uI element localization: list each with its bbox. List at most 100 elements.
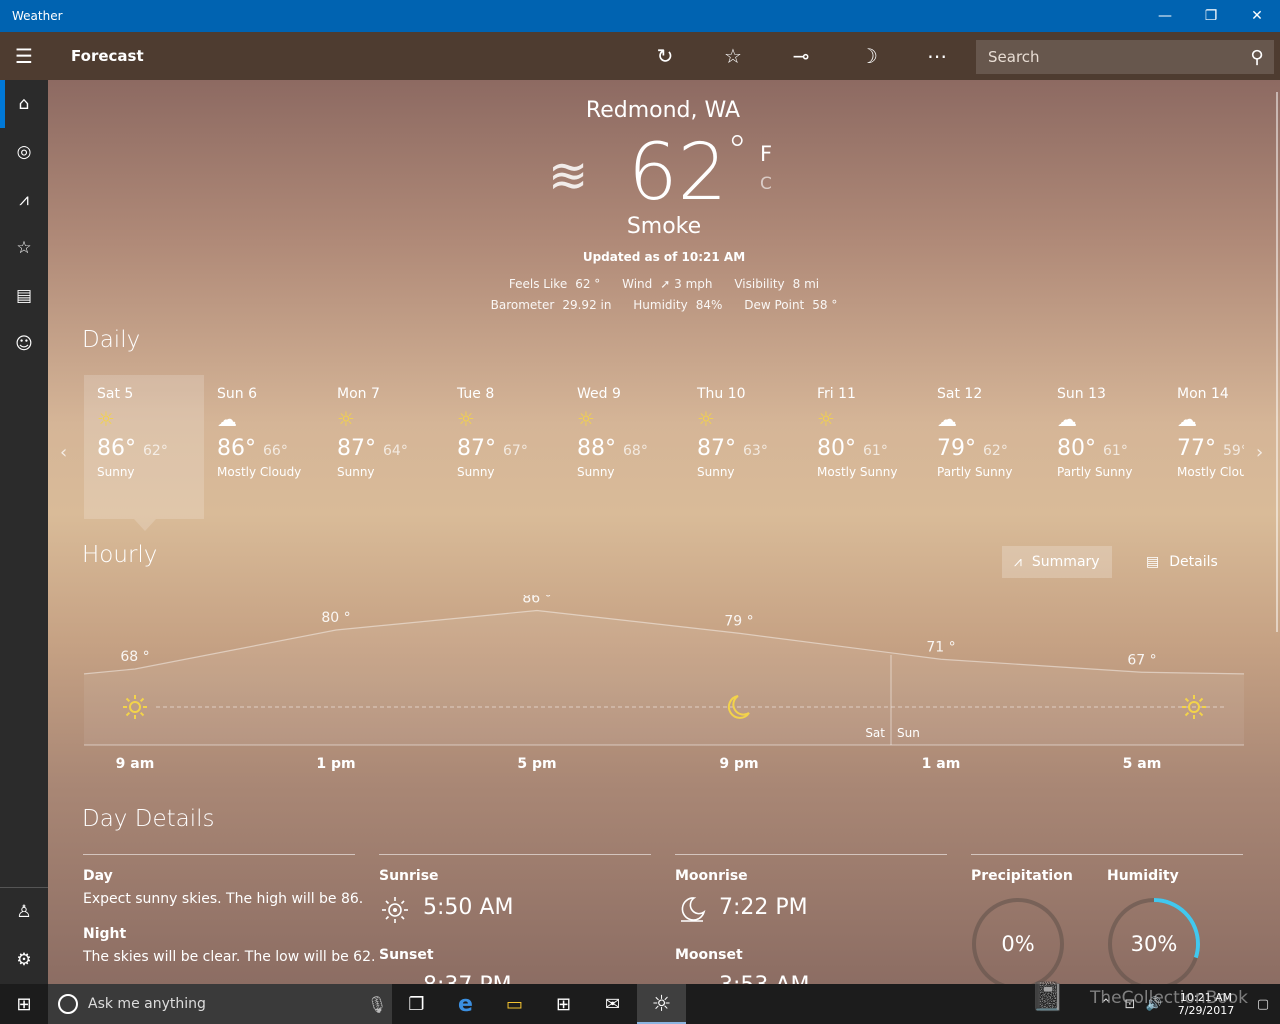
search-input[interactable] (988, 48, 1240, 66)
unit-celsius-toggle[interactable]: C (760, 174, 772, 194)
close-button[interactable]: ✕ (1234, 0, 1280, 32)
humidity-value: 30% (1130, 932, 1178, 956)
forecast-content: Redmond, WA ≋ 62° F C Smoke Updated as o… (48, 80, 1280, 984)
night-description: The skies will be clear. The low will be… (83, 949, 376, 965)
current-temperature: 62° (628, 128, 747, 218)
action-center-icon[interactable]: ▢ (1246, 997, 1280, 1012)
day-low: 64° (383, 443, 408, 459)
daily-card[interactable]: Sat 12 ☁ 79° 62° Partly Sunny (924, 375, 1044, 519)
sun-icon: ☼ (97, 407, 115, 431)
unit-fahrenheit-toggle[interactable]: F (760, 142, 772, 166)
daily-card[interactable]: Sun 13 ☁ 80° 61° Partly Sunny (1044, 375, 1164, 519)
day-temps: 88° 68° (577, 436, 684, 461)
sunrise-icon (382, 897, 408, 923)
file-explorer-icon[interactable]: ▭ (490, 984, 539, 1024)
moonrise-icon (681, 897, 706, 922)
daily-card[interactable]: Mon 14 ☁ 77° 59° Mostly Cloudy (1164, 375, 1244, 519)
store-icon[interactable]: ⊞ (539, 984, 588, 1024)
windows-start-icon[interactable]: ⊞ (0, 984, 48, 1024)
precipitation-ring: 0% (970, 896, 1066, 984)
day-condition: Mostly Cloudy (217, 465, 302, 479)
sunset-label: Sunset (379, 947, 434, 963)
current-stats-row-2: Barometer 29.92 in Humidity 84% Dew Point 5… (48, 298, 1280, 312)
refresh-icon[interactable]: ↻ (631, 32, 699, 80)
day-name: Mon 14 (1177, 386, 1229, 402)
summary-label: Summary (1031, 554, 1100, 570)
day-name: Fri 11 (817, 386, 856, 402)
edge-browser-icon[interactable]: e (441, 984, 490, 1024)
day-name: Sun 13 (1057, 386, 1106, 402)
weather-app-icon[interactable]: ☼ (637, 984, 686, 1024)
daily-card[interactable]: Wed 9 ☼ 88° 68° Sunny (564, 375, 684, 519)
day-high: 86° (97, 436, 136, 461)
day-temps: 86° 66° (217, 436, 324, 461)
partly-cloudy-icon: ☁ (937, 407, 957, 431)
daily-next-arrow-icon[interactable]: › (1256, 442, 1263, 463)
nav-news-icon[interactable]: ▤ (0, 272, 48, 320)
menu-icon[interactable]: ☰ (0, 32, 48, 80)
moonset-label: Moonset (675, 947, 743, 963)
daily-card[interactable]: Fri 11 ☼ 80° 61° Mostly Sunny (804, 375, 924, 519)
more-options-icon[interactable]: ⋯ (903, 32, 971, 80)
selected-day-caret (134, 519, 156, 531)
details-toggle-button[interactable]: ▤ Details (1134, 546, 1230, 578)
day-condition: Partly Sunny (1057, 465, 1133, 479)
day-name: Tue 8 (457, 386, 495, 402)
day-condition: Sunny (457, 465, 495, 479)
day-name: Sat 12 (937, 386, 983, 402)
task-view-icon[interactable]: ❐ (392, 984, 441, 1024)
settings-gear-icon[interactable]: ⚙ (0, 936, 48, 984)
mail-icon[interactable]: ✉ (588, 984, 637, 1024)
nav-historical-chart-icon[interactable]: ⩘ (0, 176, 48, 224)
stat-label: Visibility (734, 277, 785, 291)
hourly-temp-label: 71 ° (926, 639, 955, 655)
search-icon[interactable]: ⚲ (1240, 47, 1274, 68)
sun-icon: ☼ (457, 407, 475, 431)
stat-value: 84% (695, 298, 723, 312)
day-name: Thu 10 (697, 386, 746, 402)
day-split-label-sat: Sat (865, 726, 885, 740)
day-condition: Sunny (577, 465, 615, 479)
nav-forecast-home-icon[interactable]: ⌂ (0, 80, 48, 128)
daily-card[interactable]: Sat 5 ☼ 86° 62° Sunny (84, 375, 204, 519)
daily-prev-arrow-icon[interactable]: ‹ (60, 442, 67, 463)
daily-card[interactable]: Tue 8 ☼ 87° 67° Sunny (444, 375, 564, 519)
cortana-search-input[interactable] (88, 996, 362, 1012)
night-label: Night (83, 926, 127, 942)
current-stats-row-1: Feels Like 62 ° Wind ➚ 3 mph Visibility 8 m… (48, 277, 1280, 291)
nav-maps-radar-icon[interactable]: ◎ (0, 128, 48, 176)
pin-icon[interactable]: ⊸ (767, 32, 835, 80)
day-temps: 86° 62° (97, 436, 204, 461)
daily-card[interactable]: Thu 10 ☼ 87° 63° Sunny (684, 375, 804, 519)
favorite-star-icon[interactable]: ☆ (699, 32, 767, 80)
hourly-time-tick: 9 am (116, 756, 155, 771)
humidity-ring: 30% (1106, 896, 1202, 984)
nav-life-smiley-icon[interactable]: ☺ (0, 320, 48, 368)
scrollbar[interactable] (1276, 92, 1278, 632)
restore-button[interactable]: ❐ (1188, 0, 1234, 32)
precipitation-value: 0% (1001, 932, 1035, 956)
feedback-person-icon[interactable]: ♙ (0, 888, 48, 936)
day-condition: Sunny (697, 465, 735, 479)
cortana-search-box[interactable]: 🎙 (48, 984, 392, 1024)
day-low: 63° (743, 443, 768, 459)
moonset-time: 3:53 AM (719, 973, 809, 984)
microphone-icon[interactable]: 🎙 (362, 995, 392, 1014)
day-name: Sat 5 (97, 386, 134, 402)
day-low: 59° (1223, 443, 1244, 459)
day-low: 68° (623, 443, 648, 459)
sun-icon: ☼ (697, 407, 715, 431)
day-split-label-sun: Sun (897, 726, 920, 740)
day-low: 62° (983, 443, 1008, 459)
sun-icon: ☼ (817, 407, 835, 431)
daily-card[interactable]: Sun 6 ☁ 86° 66° Mostly Cloudy (204, 375, 324, 519)
daily-card[interactable]: Mon 7 ☼ 87° 64° Sunny (324, 375, 444, 519)
minimize-button[interactable]: — (1142, 0, 1188, 32)
search-box[interactable]: ⚲ (976, 40, 1274, 74)
divider (379, 854, 651, 855)
dark-mode-moon-icon[interactable]: ☽ (835, 32, 903, 80)
feels-like-stat: Feels Like 62 ° (509, 277, 600, 291)
summary-toggle-button[interactable]: ⩘ Summary (1002, 546, 1112, 578)
nav-places-star-icon[interactable]: ☆ (0, 224, 48, 272)
day-high: 79° (937, 436, 976, 461)
